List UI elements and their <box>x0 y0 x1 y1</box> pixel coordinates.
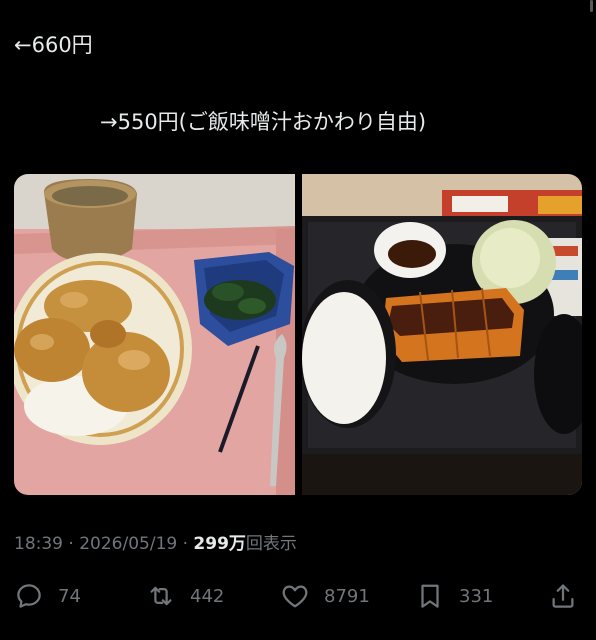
tweet-date[interactable]: 2026/05/19 <box>79 534 177 554</box>
bookmark-icon <box>421 584 439 608</box>
retweet-button[interactable]: 442 <box>146 578 224 614</box>
like-count: 8791 <box>324 585 370 607</box>
photo-tendon-bowl[interactable] <box>14 174 295 495</box>
share-button[interactable] <box>548 578 578 614</box>
retweet-icon <box>150 586 172 606</box>
meta-separator: · <box>68 534 80 554</box>
tweet-time[interactable]: 18:39 <box>14 534 63 554</box>
bookmark-count: 331 <box>459 585 494 607</box>
tweet-text-line-1: ←660円 <box>14 33 93 57</box>
retweet-count: 442 <box>190 585 225 607</box>
tweet-media-grid <box>14 174 582 495</box>
reply-button[interactable]: 74 <box>14 578 81 614</box>
meta-separator: · <box>182 534 194 554</box>
tweet-action-bar: 74 442 8791 331 <box>14 578 582 614</box>
heart-icon <box>282 585 308 608</box>
photo-tonkatsu-set[interactable] <box>302 174 582 495</box>
views-label: 回表示 <box>245 534 297 554</box>
reply-bubble-icon <box>17 584 41 608</box>
like-button[interactable]: 8791 <box>280 578 370 614</box>
tweet-text-line-2: →550円(ご飯味噌汁おかわり自由) <box>100 110 427 134</box>
bookmark-button[interactable]: 331 <box>415 578 493 614</box>
reply-count: 74 <box>58 585 81 607</box>
share-icon <box>552 584 574 608</box>
views-count: 299万 <box>193 534 246 554</box>
tweet-detail-page: ←660円 →550円(ご飯味噌汁おかわり自由) 18:39 · 2026/05… <box>0 0 596 640</box>
tweet-metadata: 18:39 · 2026/05/19 · 299万回表示 <box>14 532 297 556</box>
scrollbar[interactable] <box>590 0 593 12</box>
